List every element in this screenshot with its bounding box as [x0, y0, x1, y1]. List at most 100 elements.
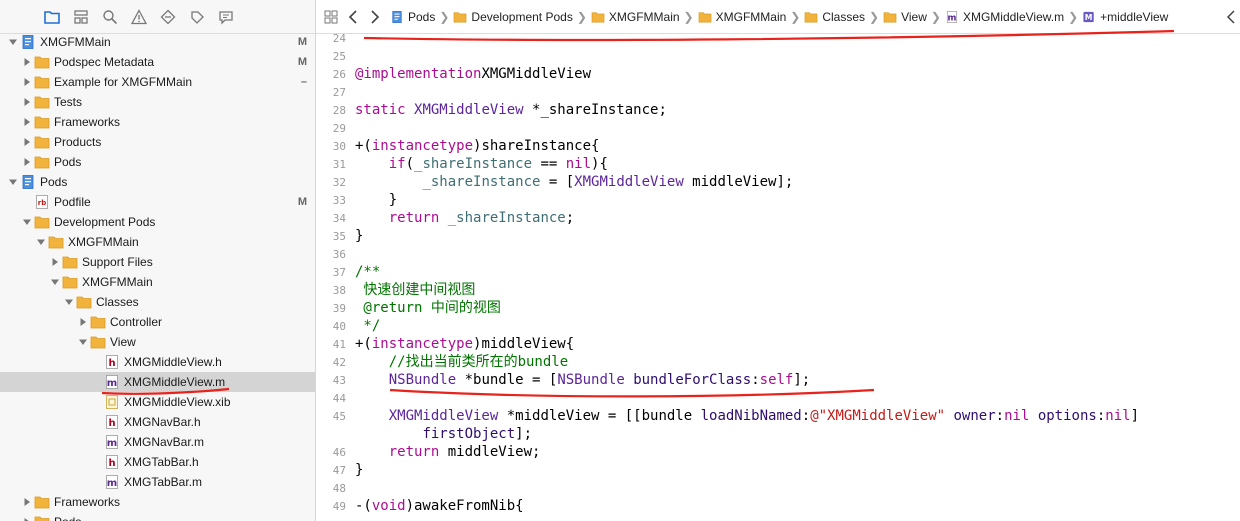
tree-item-label: Products — [54, 135, 102, 149]
tree-item[interactable]: Controller — [0, 312, 315, 332]
disclosure-open-icon[interactable] — [22, 218, 31, 227]
tree-item[interactable]: XMGFMMain M — [0, 32, 315, 52]
folder-icon — [48, 235, 64, 249]
grid-icon[interactable] — [324, 10, 338, 24]
tree-item[interactable]: Frameworks — [0, 492, 315, 512]
tree-item[interactable]: Podspec Metadata M — [0, 52, 315, 72]
code-token: nil — [1105, 408, 1131, 424]
tree-item[interactable]: Pods — [0, 512, 315, 521]
method-icon: M — [1082, 11, 1096, 23]
disclosure-closed-icon[interactable] — [22, 138, 31, 147]
h-file-icon: h — [104, 455, 120, 469]
tree-item-label: XMGFMMain — [68, 235, 139, 249]
disclosure-open-icon[interactable] — [50, 278, 59, 287]
code-token: } — [355, 192, 398, 208]
line-number: 43 — [332, 374, 346, 387]
tree-item[interactable]: Tests — [0, 92, 315, 112]
tree-item[interactable]: h XMGNavBar.h — [0, 412, 315, 432]
tree-item[interactable]: Support Files — [0, 252, 315, 272]
xib-file-icon — [104, 395, 120, 409]
breadcrumb-item[interactable]: m XMGMiddleView.m — [945, 10, 1064, 24]
code-area[interactable]: @implementationXMGMiddleView static XMGMi… — [355, 34, 1235, 521]
code-line: } — [355, 191, 397, 209]
code-token: */ — [355, 318, 381, 334]
tree-item[interactable]: m XMGTabBar.m — [0, 472, 315, 492]
tree-item[interactable]: Pods — [0, 172, 315, 192]
breadcrumb-item[interactable]: Development Pods — [453, 10, 573, 24]
tree-item[interactable]: XMGMiddleView.xib — [0, 392, 315, 412]
m-file-icon: m — [104, 375, 120, 389]
breadcrumb-item[interactable]: XMGFMMain — [591, 10, 680, 24]
rb-file-icon: rb — [34, 195, 50, 209]
tree-item-label: Frameworks — [54, 495, 121, 509]
disclosure-open-icon[interactable] — [64, 298, 73, 307]
tree-item[interactable]: m XMGMiddleView.m — [0, 372, 315, 392]
code-line: */ — [355, 317, 380, 335]
chevron-left-icon[interactable] — [1226, 10, 1236, 27]
breadcrumb-item[interactable]: View — [883, 10, 927, 24]
line-number: 44 — [332, 392, 346, 405]
tree-item[interactable]: h XMGTabBar.h — [0, 452, 315, 472]
search-icon[interactable] — [102, 9, 118, 25]
code-token: ]; — [793, 372, 811, 388]
code-token: instancetype — [371, 336, 474, 352]
diamond-icon[interactable] — [160, 9, 176, 25]
disclosure-closed-icon[interactable] — [22, 498, 31, 507]
disclosure-open-icon[interactable] — [8, 178, 17, 187]
code-line: @return 中间的视图 — [355, 299, 500, 317]
tree-item[interactable]: Example for XMGFMMain – — [0, 72, 315, 92]
tree-item[interactable]: Pods — [0, 152, 315, 172]
line-number: 28 — [332, 104, 346, 117]
folder-icon — [62, 255, 78, 269]
svg-text:m: m — [107, 438, 117, 449]
code-token: nil — [565, 156, 592, 172]
tree-item[interactable]: Development Pods — [0, 212, 315, 232]
disclosure-closed-icon[interactable] — [22, 518, 31, 521]
warning-icon[interactable] — [131, 8, 147, 25]
disclosure-closed-icon[interactable] — [50, 258, 59, 267]
folder-icon — [34, 75, 50, 89]
tree-item[interactable]: h XMGMiddleView.h — [0, 352, 315, 372]
comment-icon[interactable] — [218, 9, 234, 25]
line-number: 24 — [332, 32, 346, 45]
folder-icon[interactable] — [44, 9, 60, 25]
tree-item[interactable]: Classes — [0, 292, 315, 312]
disclosure-open-icon[interactable] — [78, 338, 87, 347]
code-token: if — [388, 156, 406, 172]
breadcrumb-item[interactable]: M +middleView — [1082, 10, 1168, 24]
breadcrumb-item[interactable]: XMGFMMain — [698, 10, 786, 24]
disclosure-closed-icon[interactable] — [22, 78, 31, 87]
disclosure-closed-icon[interactable] — [22, 118, 31, 127]
tree-item[interactable]: rb Podfile M — [0, 192, 315, 212]
tree-item-label: Tests — [54, 95, 83, 109]
tree-item[interactable]: Products — [0, 132, 315, 152]
breadcrumb-item[interactable]: Pods — [390, 10, 435, 24]
code-token: void — [371, 498, 406, 514]
disclosure-closed-icon[interactable] — [22, 158, 31, 167]
disclosure-open-icon[interactable] — [36, 238, 45, 247]
tree-item[interactable]: XMGFMMain — [0, 272, 315, 292]
hierarchy-icon[interactable] — [73, 9, 89, 25]
line-number: 41 — [332, 338, 346, 351]
tag-icon[interactable] — [189, 9, 205, 25]
code-line: NSBundle *bundle = [NSBundle bundleForCl… — [355, 371, 811, 389]
tree-item[interactable]: m XMGNavBar.m — [0, 432, 315, 452]
tree-item-label: Podfile — [54, 195, 91, 209]
tree-item[interactable]: Frameworks — [0, 112, 315, 132]
breadcrumb-item[interactable]: Classes — [804, 10, 865, 24]
disclosure-closed-icon[interactable] — [78, 318, 87, 327]
disclosure-closed-icon[interactable] — [22, 58, 31, 67]
code-line: } — [355, 461, 363, 479]
code-line: @implementationXMGMiddleView — [355, 65, 591, 83]
forward-arrow-icon[interactable] — [370, 9, 380, 24]
code-token: *middleView = [[bundle — [498, 408, 701, 424]
line-number: 35 — [332, 230, 346, 243]
disclosure-closed-icon[interactable] — [22, 98, 31, 107]
back-arrow-icon[interactable] — [348, 9, 358, 24]
svg-text:m: m — [947, 13, 956, 23]
disclosure-open-icon[interactable] — [8, 38, 17, 47]
tree-item[interactable]: XMGFMMain — [0, 232, 315, 252]
tree-item[interactable]: View — [0, 332, 315, 352]
code-token: )middleView{ — [473, 336, 575, 352]
